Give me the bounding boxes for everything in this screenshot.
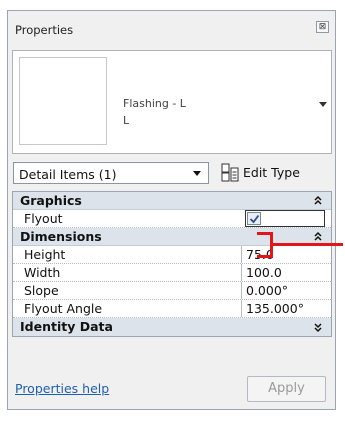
chevron-down-icon: [193, 171, 201, 176]
param-value[interactable]: 0.000°: [241, 282, 331, 299]
palette-footer: Properties help Apply: [12, 374, 332, 406]
param-label: Height: [24, 247, 66, 262]
param-value[interactable]: 75.0: [241, 246, 331, 263]
expand-chevron-icon[interactable]: [313, 321, 323, 333]
param-label: Slope: [24, 283, 59, 298]
group-header-graphics[interactable]: Graphics: [13, 192, 331, 210]
family-name: Flashing - L: [123, 97, 186, 110]
type-dropdown-arrow-icon[interactable]: [319, 102, 327, 107]
group-label: Identity Data: [20, 319, 113, 334]
param-label: Flyout: [24, 211, 63, 226]
type-name-value: L: [123, 114, 130, 127]
param-row-height: Height 75.0: [13, 246, 331, 264]
annotation-bracket: [257, 232, 273, 258]
properties-grid: Graphics Flyout Dimensions Height 75.0 W…: [12, 191, 332, 337]
annotation-pointer-line: [273, 243, 343, 246]
param-row-flyout: Flyout: [13, 210, 331, 228]
flyout-checkbox[interactable]: [247, 212, 261, 225]
param-value[interactable]: 135.000°: [241, 300, 331, 317]
properties-help-link[interactable]: Properties help: [15, 381, 109, 396]
palette-title: Properties: [15, 23, 74, 37]
param-row-width: Width 100.0: [13, 264, 331, 282]
collapse-chevron-icon[interactable]: [313, 195, 323, 207]
close-icon[interactable]: ⊠: [316, 21, 329, 33]
param-label: Width: [24, 265, 61, 280]
group-header-identity-data[interactable]: Identity Data: [13, 318, 331, 336]
group-label: Dimensions: [20, 229, 102, 244]
type-selector[interactable]: Flashing - L L: [12, 50, 332, 154]
type-preview-thumbnail: [19, 57, 107, 145]
param-value[interactable]: 100.0: [241, 264, 331, 281]
collapse-chevron-icon[interactable]: [313, 231, 323, 243]
param-label: Flyout Angle: [24, 301, 103, 316]
group-label: Graphics: [20, 193, 82, 208]
type-name: Flashing - L L: [123, 95, 186, 129]
edit-type-icon: [221, 163, 239, 182]
instance-filter-dropdown[interactable]: Detail Items (1): [13, 162, 209, 184]
properties-palette: Properties ⊠ Flashing - L L Detail Items…: [7, 10, 336, 410]
edit-type-label: Edit Type: [243, 165, 300, 180]
apply-button[interactable]: Apply: [247, 376, 326, 402]
edit-type-button[interactable]: Edit Type: [221, 161, 331, 185]
param-row-slope: Slope 0.000°: [13, 282, 331, 300]
checkmark-icon: [249, 214, 260, 224]
instance-filter-label: Detail Items (1): [19, 167, 117, 182]
param-row-flyout-angle: Flyout Angle 135.000°: [13, 300, 331, 318]
